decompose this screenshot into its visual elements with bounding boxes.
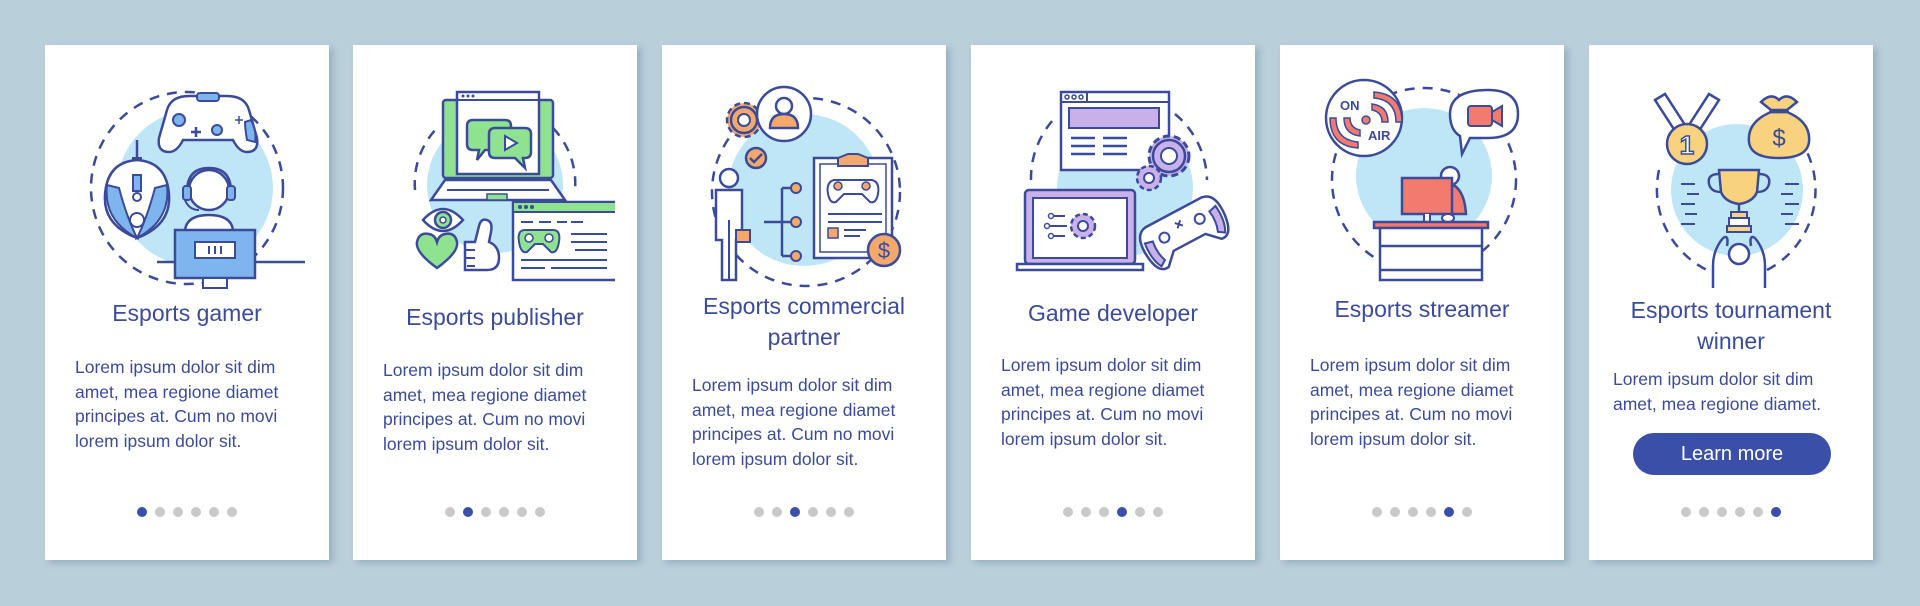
card-description: Lorem ipsum dolor sit dim amet, mea regi… — [692, 375, 896, 469]
page-dot-5[interactable] — [1135, 507, 1145, 517]
page-dot-6[interactable] — [1771, 507, 1781, 517]
page-dot-1[interactable] — [1372, 507, 1382, 517]
svg-text:ON: ON — [1340, 98, 1360, 113]
page-dot-1[interactable] — [1681, 507, 1691, 517]
card-description: Lorem ipsum dolor sit dim amet, mea regi… — [1001, 355, 1205, 449]
svg-text:$: $ — [878, 238, 890, 263]
page-dot-1[interactable] — [1063, 507, 1073, 517]
page-dot-6[interactable] — [1153, 507, 1163, 517]
page-dot-6[interactable] — [227, 507, 237, 517]
heart-icon — [415, 232, 459, 270]
checkmark-icon — [744, 146, 768, 170]
onboarding-card-esports-streamer: ON AIR Esports streamer Lorem ipsum dolo… — [1280, 45, 1564, 560]
pagination-dots — [971, 507, 1255, 517]
page-dot-1[interactable] — [445, 507, 455, 517]
card-title: Esports streamer — [1334, 296, 1510, 322]
pagination-dots — [45, 507, 329, 517]
svg-text:1: 1 — [1680, 130, 1694, 160]
onboarding-card-esports-gamer: Esports gamer Lorem ipsum dolor sit dim … — [45, 45, 329, 560]
tournament-winner-illustration: 1 $ — [1653, 92, 1817, 288]
pagination-dots — [1280, 507, 1564, 517]
page-dot-6[interactable] — [844, 507, 854, 517]
pagination-dots — [353, 507, 637, 517]
page-dot-3[interactable] — [1099, 507, 1109, 517]
page-dot-3[interactable] — [1408, 507, 1418, 517]
card-title: Esports gamer — [112, 300, 262, 326]
svg-text:AIR: AIR — [1368, 128, 1391, 143]
page-dot-5[interactable] — [209, 507, 219, 517]
page-dot-4[interactable] — [1735, 507, 1745, 517]
page-dot-5[interactable] — [1444, 507, 1454, 517]
player-with-headset-icon — [182, 166, 236, 231]
page-dot-6[interactable] — [1462, 507, 1472, 517]
card-description: Lorem ipsum dolor sit dim amet, mea regi… — [383, 360, 587, 454]
laptop-icon — [1015, 188, 1145, 272]
monitor-icon — [157, 228, 305, 289]
card-title: Esports tournament winner — [1630, 297, 1832, 354]
card-title: Esports commercial partner — [703, 293, 905, 350]
onboarding-card-tournament-winner: 1 $ Esports tournament winner Lorem ipsu… — [1589, 45, 1873, 560]
on-air-broadcast-icon: ON AIR — [1324, 78, 1404, 158]
svg-text:$: $ — [1772, 125, 1785, 152]
card-title: Esports publisher — [406, 304, 584, 330]
card-description: Lorem ipsum dolor sit dim amet, mea regi… — [1310, 355, 1514, 449]
esports-publisher-illustration — [413, 90, 615, 282]
game-webpage-icon — [511, 200, 615, 282]
page-dot-6[interactable] — [535, 507, 545, 517]
page-dot-2[interactable] — [772, 507, 782, 517]
page-dot-3[interactable] — [1717, 507, 1727, 517]
game-developer-illustration — [1015, 90, 1230, 272]
page-dot-5[interactable] — [1753, 507, 1763, 517]
card-description: Lorem ipsum dolor sit dim amet, mea regi… — [1613, 369, 1822, 414]
page-dot-2[interactable] — [1699, 507, 1709, 517]
esports-streamer-illustration: ON AIR — [1324, 78, 1520, 282]
page-dot-5[interactable] — [826, 507, 836, 517]
onboarding-card-esports-publisher: Esports publisher Lorem ipsum dolor sit … — [353, 45, 637, 560]
page-dot-3[interactable] — [481, 507, 491, 517]
page-dot-4[interactable] — [1117, 507, 1127, 517]
pagination-dots — [662, 507, 946, 517]
page-dot-4[interactable] — [499, 507, 509, 517]
money-bag-icon: $ — [1747, 95, 1811, 160]
gear-icon — [725, 101, 763, 139]
onboarding-card-game-developer: Game developer Lorem ipsum dolor sit dim… — [971, 45, 1255, 560]
card-description: Lorem ipsum dolor sit dim amet, mea regi… — [75, 357, 279, 451]
commercial-partner-illustration: $ — [710, 85, 902, 288]
user-profile-icon — [755, 85, 813, 143]
page-dot-1[interactable] — [754, 507, 764, 517]
page-dot-2[interactable] — [155, 507, 165, 517]
card-title: Game developer — [1027, 300, 1199, 326]
page-dot-2[interactable] — [1081, 507, 1091, 517]
esports-gamer-illustration — [89, 90, 305, 289]
page-dot-2[interactable] — [463, 507, 473, 517]
onboarding-card-commercial-partner: $ Esports commercial partner Lorem ipsum… — [662, 45, 946, 560]
page-dot-3[interactable] — [173, 507, 183, 517]
page-dot-4[interactable] — [808, 507, 818, 517]
page-dot-5[interactable] — [517, 507, 527, 517]
page-dot-3[interactable] — [790, 507, 800, 517]
pagination-dots — [1589, 507, 1873, 517]
page-dot-4[interactable] — [1426, 507, 1436, 517]
learn-more-button[interactable]: Learn more — [1633, 433, 1831, 475]
page-dot-2[interactable] — [1390, 507, 1400, 517]
dollar-coin-icon: $ — [866, 232, 902, 268]
page-dot-4[interactable] — [191, 507, 201, 517]
page-dot-1[interactable] — [137, 507, 147, 517]
